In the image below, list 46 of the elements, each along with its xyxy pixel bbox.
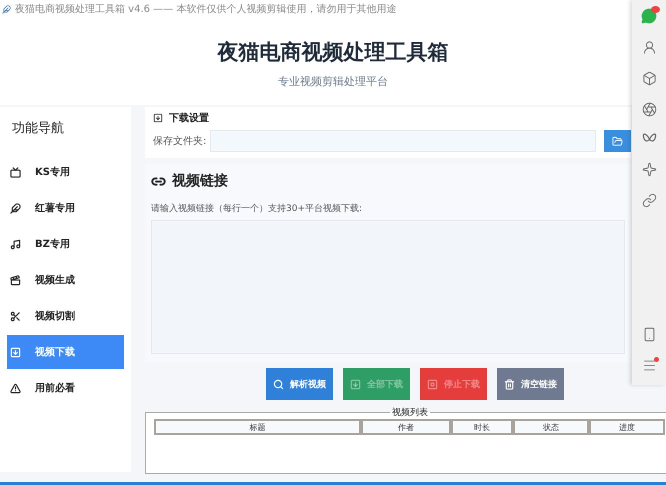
sidebar-item[interactable]: BZ专用 bbox=[7, 227, 124, 261]
link-icon[interactable] bbox=[642, 193, 656, 208]
action-button[interactable]: 清空链接 bbox=[497, 368, 564, 400]
menu-icon[interactable] bbox=[642, 358, 656, 373]
sparkle-icon[interactable] bbox=[642, 162, 656, 177]
field-label: 保存文件夹: bbox=[153, 134, 206, 148]
sidebar-item[interactable]: 视频生成 bbox=[7, 263, 124, 297]
download-icon bbox=[153, 113, 163, 123]
chat-icon[interactable] bbox=[641, 8, 657, 24]
cube-icon[interactable] bbox=[642, 71, 656, 86]
aperture-icon[interactable] bbox=[642, 102, 656, 117]
app-icon bbox=[2, 4, 11, 14]
clapperboard-icon bbox=[10, 274, 21, 286]
app-title: 夜猫电商视频处理工具箱 bbox=[218, 39, 448, 66]
leaf-icon bbox=[10, 202, 21, 214]
folder-field[interactable] bbox=[210, 130, 596, 152]
action-button[interactable]: 解析视频 bbox=[266, 368, 333, 400]
trash-icon bbox=[504, 378, 515, 390]
column-header[interactable]: 标题 bbox=[154, 419, 361, 435]
user-icon[interactable] bbox=[642, 40, 656, 55]
section-title: 视频链接 bbox=[172, 172, 228, 190]
group-title: 视频列表 bbox=[391, 406, 429, 419]
music-icon bbox=[10, 238, 21, 250]
sidebar-item[interactable]: 用前必看 bbox=[7, 371, 124, 405]
folder-icon bbox=[612, 136, 623, 146]
column-header[interactable]: 时长 bbox=[451, 419, 513, 435]
input-hint: 请输入视频链接（每行一个）支持30+平台视频下载: bbox=[151, 202, 364, 215]
search-icon bbox=[273, 378, 284, 390]
sidebar-item[interactable]: 红薯专用 bbox=[7, 191, 124, 225]
tv-icon bbox=[10, 166, 21, 178]
stop-icon bbox=[427, 378, 438, 390]
browse-button[interactable] bbox=[604, 130, 631, 152]
sidebar-item[interactable]: 视频切割 bbox=[7, 299, 124, 333]
download-icon bbox=[350, 378, 361, 390]
card-title: 下载设置 bbox=[169, 112, 209, 125]
window-title: 夜猫电商视频处理工具箱 v4.6 —— 本软件仅供个人视频剪辑使用，请勿用于其他用途 bbox=[15, 2, 396, 16]
column-header[interactable]: 作者 bbox=[361, 419, 451, 435]
sidebar-item[interactable]: KS专用 bbox=[7, 155, 124, 189]
alert-icon bbox=[10, 382, 21, 394]
column-header[interactable]: 状态 bbox=[513, 419, 589, 435]
scissors-icon bbox=[10, 310, 21, 322]
phone-icon[interactable] bbox=[642, 327, 656, 342]
sidebar-title: 功能导航 bbox=[11, 120, 65, 138]
app-subtitle: 专业视频剪辑处理平台 bbox=[278, 74, 388, 89]
column-header[interactable]: 进度 bbox=[589, 419, 665, 435]
download-icon bbox=[10, 346, 21, 358]
